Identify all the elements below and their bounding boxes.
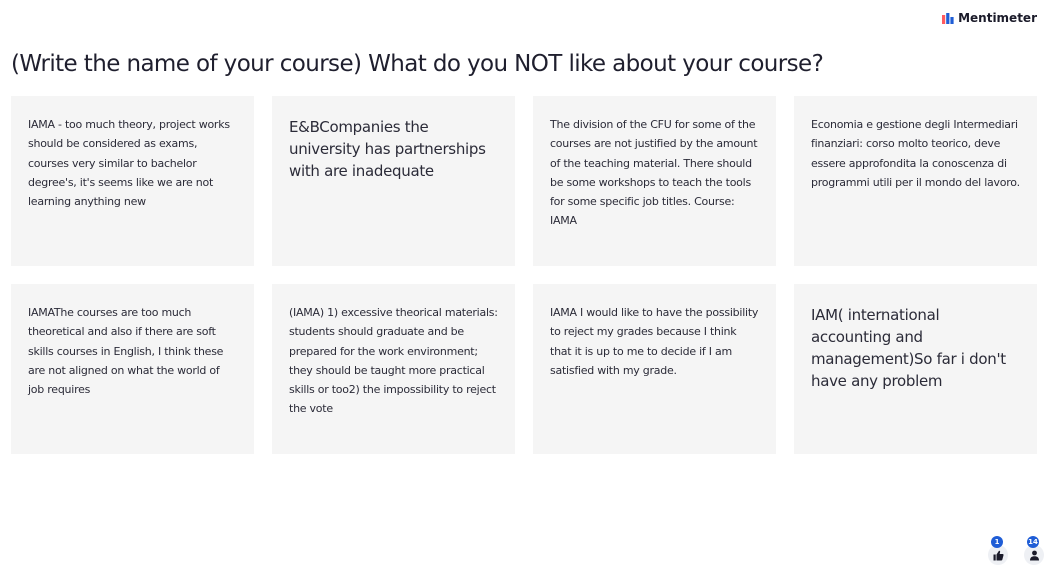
response-card: Economia e gestione degli Intermediari f… <box>794 96 1037 266</box>
response-text: IAMA - too much theory, project works sh… <box>28 118 230 209</box>
reactions-count-badge: 1 <box>991 536 1003 548</box>
response-text: Economia e gestione degli Intermediari f… <box>811 118 1020 189</box>
reactions-control[interactable]: 1 <box>988 536 1008 565</box>
response-text: IAM( international accounting and manage… <box>811 306 1006 390</box>
response-text: (IAMA) 1) excessive theorical materials:… <box>289 306 498 416</box>
participants-control[interactable]: 14 <box>1024 536 1044 565</box>
question-title: (Write the name of your course) What do … <box>11 51 824 77</box>
response-card: E&BCompanies the university has partners… <box>272 96 515 266</box>
participants-button[interactable] <box>1024 545 1044 565</box>
brand: Mentimeter <box>942 11 1037 25</box>
response-card: IAMA - too much theory, project works sh… <box>11 96 254 266</box>
response-text: E&BCompanies the university has partners… <box>289 118 486 180</box>
mentimeter-logo-icon <box>942 12 954 24</box>
person-icon <box>1029 550 1039 560</box>
thumbs-up-icon <box>993 550 1004 560</box>
responses-grid: IAMA - too much theory, project works sh… <box>11 96 1037 454</box>
response-card: The division of the CFU for some of the … <box>533 96 776 266</box>
response-text: The division of the CFU for some of the … <box>550 118 758 228</box>
response-card: IAM( international accounting and manage… <box>794 284 1037 454</box>
response-card: IAMAThe courses are too much theoretical… <box>11 284 254 454</box>
brand-name: Mentimeter <box>958 11 1037 25</box>
reactions-button[interactable] <box>988 545 1008 565</box>
response-card: (IAMA) 1) excessive theorical materials:… <box>272 284 515 454</box>
response-text: IAMA I would like to have the possibilit… <box>550 306 759 377</box>
bottom-controls: 1 14 <box>988 536 1044 565</box>
response-text: IAMAThe courses are too much theoretical… <box>28 306 224 397</box>
response-card: IAMA I would like to have the possibilit… <box>533 284 776 454</box>
participants-count-badge: 14 <box>1027 536 1039 548</box>
